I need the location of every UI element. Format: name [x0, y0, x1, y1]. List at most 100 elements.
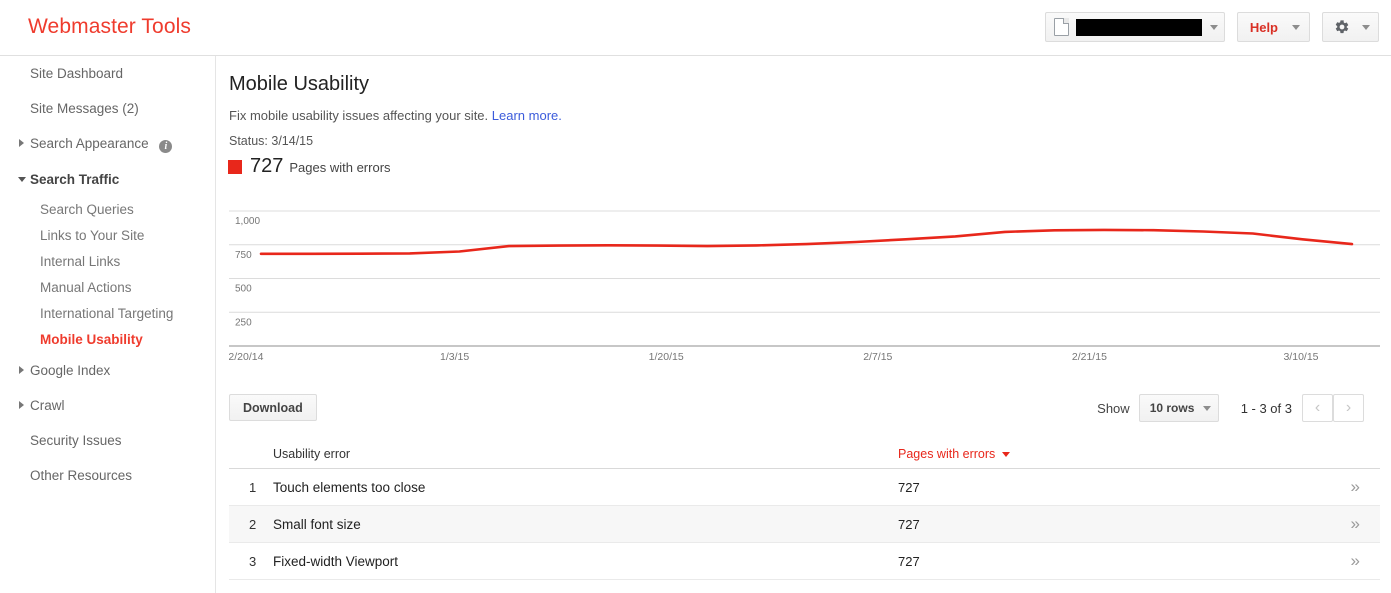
chevron-down-icon — [1362, 24, 1370, 30]
table-toolbar: Download Show 10 rows 1 - 3 of 3 ‹ › — [229, 394, 1380, 436]
sidebar-item-links-to-your-site[interactable]: Links to Your Site — [0, 223, 215, 249]
sidebar-item-label: Site Messages (2) — [30, 101, 139, 116]
sidebar-item-search-traffic[interactable]: Search Traffic — [0, 162, 215, 197]
sidebar-item-google-index[interactable]: Google Index — [0, 353, 215, 388]
next-page-button[interactable]: › — [1333, 394, 1364, 422]
chevron-double-right-icon[interactable]: » — [1351, 551, 1361, 570]
table-row[interactable]: 2 Small font size 727 » — [229, 506, 1380, 543]
sidebar-item-site-dashboard[interactable]: Site Dashboard — [0, 56, 215, 91]
sidebar-item-international-targeting[interactable]: International Targeting — [0, 301, 215, 327]
main-content: Mobile Usability Fix mobile usability is… — [217, 56, 1391, 593]
table-row[interactable]: 3 Fixed-width Viewport 727 » — [229, 543, 1380, 580]
site-name-redacted — [1075, 18, 1202, 36]
sidebar-item-search-appearance[interactable]: Search Appearance i — [0, 126, 215, 162]
sidebar-item-label: Crawl — [30, 398, 65, 413]
sidebar-item-label: Search Appearance — [30, 136, 149, 151]
sidebar-item-search-queries[interactable]: Search Queries — [0, 197, 215, 223]
chevron-down-icon — [1209, 24, 1218, 30]
page-title: Mobile Usability — [229, 73, 370, 95]
header-pages-with-errors[interactable]: Pages with errors — [898, 447, 1278, 461]
row-index: 1 — [249, 479, 257, 495]
header-pages-with-errors-label: Pages with errors — [898, 447, 996, 461]
row-index: 2 — [249, 516, 257, 532]
sidebar-item-other-resources[interactable]: Other Resources — [0, 458, 215, 493]
sidebar-item-label: Security Issues — [30, 433, 122, 448]
chart-y-tick-labels: 250 500 750 1,000 — [235, 216, 260, 328]
svg-text:500: 500 — [235, 284, 252, 295]
svg-text:2/7/15: 2/7/15 — [863, 351, 892, 362]
errors-over-time-chart: 250 500 750 1,000 12/20/14 1/3/15 1/20/15 2/7/… — [229, 202, 1380, 362]
subtitle-text: Fix mobile usability issues affecting yo… — [229, 108, 489, 123]
error-legend: 727 Pages with errors — [228, 155, 391, 178]
chevron-double-right-icon[interactable]: » — [1351, 477, 1361, 496]
table-row[interactable]: 1 Touch elements too close 727 » — [229, 469, 1380, 506]
gear-icon — [1334, 19, 1350, 35]
sidebar-subitem-label: Manual Actions — [40, 280, 132, 295]
status-text: Status: 3/14/15 — [229, 134, 314, 148]
sidebar-item-internal-links[interactable]: Internal Links — [0, 249, 215, 275]
sidebar-subitem-label: Internal Links — [40, 254, 121, 269]
sidebar-subitem-label: International Targeting — [40, 306, 174, 321]
svg-text:12/20/14: 12/20/14 — [229, 351, 264, 362]
document-icon — [1053, 18, 1069, 36]
chevron-double-right-icon[interactable]: » — [1351, 514, 1361, 533]
download-label: Download — [243, 400, 303, 415]
pagination-controls: Show 10 rows 1 - 3 of 3 ‹ › — [1097, 394, 1364, 422]
show-label: Show — [1097, 400, 1130, 416]
legend-label: Pages with errors — [289, 160, 391, 175]
sidebar-subitem-label: Links to Your Site — [40, 228, 145, 243]
download-button[interactable]: Download — [229, 394, 317, 421]
sidebar-item-mobile-usability[interactable]: Mobile Usability — [0, 327, 215, 353]
row-pages-with-errors: 727 — [898, 479, 920, 495]
header-actions: Help — [1044, 12, 1379, 42]
site-selector-button[interactable] — [1044, 12, 1225, 42]
chevron-right-icon — [19, 139, 24, 147]
rows-per-page-select[interactable]: 10 rows — [1138, 394, 1219, 422]
settings-button[interactable] — [1322, 12, 1379, 42]
result-range-label: 1 - 3 of 3 — [1240, 400, 1292, 416]
svg-text:3/10/15: 3/10/15 — [1283, 351, 1318, 362]
chart-data-line — [259, 228, 1354, 256]
table-header-row: Usability error Pages with errors — [229, 440, 1380, 469]
learn-more-link[interactable]: Learn more. — [492, 108, 562, 123]
sidebar-item-crawl[interactable]: Crawl — [0, 388, 215, 423]
prev-page-button[interactable]: ‹ — [1302, 394, 1333, 422]
chevron-right-icon — [19, 401, 24, 409]
sidebar-subitem-label: Mobile Usability — [40, 332, 143, 347]
sidebar-item-security-issues[interactable]: Security Issues — [0, 423, 215, 458]
chevron-right-icon: › — [1345, 399, 1352, 416]
svg-text:250: 250 — [235, 317, 252, 328]
sidebar-item-label: Google Index — [30, 363, 111, 378]
rows-per-page-value: 10 rows — [1149, 401, 1195, 415]
row-detail-cell: » — [1278, 551, 1380, 571]
sidebar-nav: Site Dashboard Site Messages (2) Search … — [0, 56, 216, 593]
row-usability-error: Touch elements too close — [273, 479, 426, 495]
row-pages-with-errors: 727 — [898, 516, 920, 532]
svg-text:750: 750 — [235, 250, 252, 261]
legend-color-swatch — [228, 159, 242, 174]
chart-svg: 250 500 750 1,000 12/20/14 1/3/15 1/20/15 2/7/… — [229, 210, 1380, 362]
header-usability-error[interactable]: Usability error — [273, 447, 898, 461]
legend-count: 727 — [250, 155, 284, 177]
sidebar-item-label: Other Resources — [30, 468, 133, 483]
row-index: 3 — [249, 553, 257, 569]
sort-descending-icon — [1002, 452, 1011, 457]
chart-x-tick-labels: 12/20/14 1/3/15 1/20/15 2/7/15 2/21/15 3/10/1… — [229, 351, 1319, 362]
chevron-left-icon: ‹ — [1314, 399, 1321, 416]
page-subtitle: Fix mobile usability issues affecting yo… — [229, 108, 562, 123]
info-icon[interactable]: i — [159, 140, 173, 153]
sidebar-item-label: Site Dashboard — [30, 66, 124, 81]
svg-text:1/20/15: 1/20/15 — [649, 351, 684, 362]
sidebar-item-site-messages[interactable]: Site Messages (2) — [0, 91, 215, 126]
row-detail-cell: » — [1278, 477, 1380, 497]
help-button[interactable]: Help — [1236, 12, 1310, 42]
sidebar-item-manual-actions[interactable]: Manual Actions — [0, 275, 215, 301]
chevron-down-icon — [18, 177, 26, 186]
top-header-bar: Webmaster Tools Help — [0, 0, 1391, 56]
chevron-down-icon — [1292, 24, 1300, 30]
brand-title[interactable]: Webmaster Tools — [28, 15, 191, 39]
sidebar-subitem-label: Search Queries — [40, 202, 134, 217]
svg-text:2/21/15: 2/21/15 — [1072, 351, 1107, 362]
svg-text:1,000: 1,000 — [235, 216, 260, 227]
row-pages-with-errors: 727 — [898, 553, 920, 569]
